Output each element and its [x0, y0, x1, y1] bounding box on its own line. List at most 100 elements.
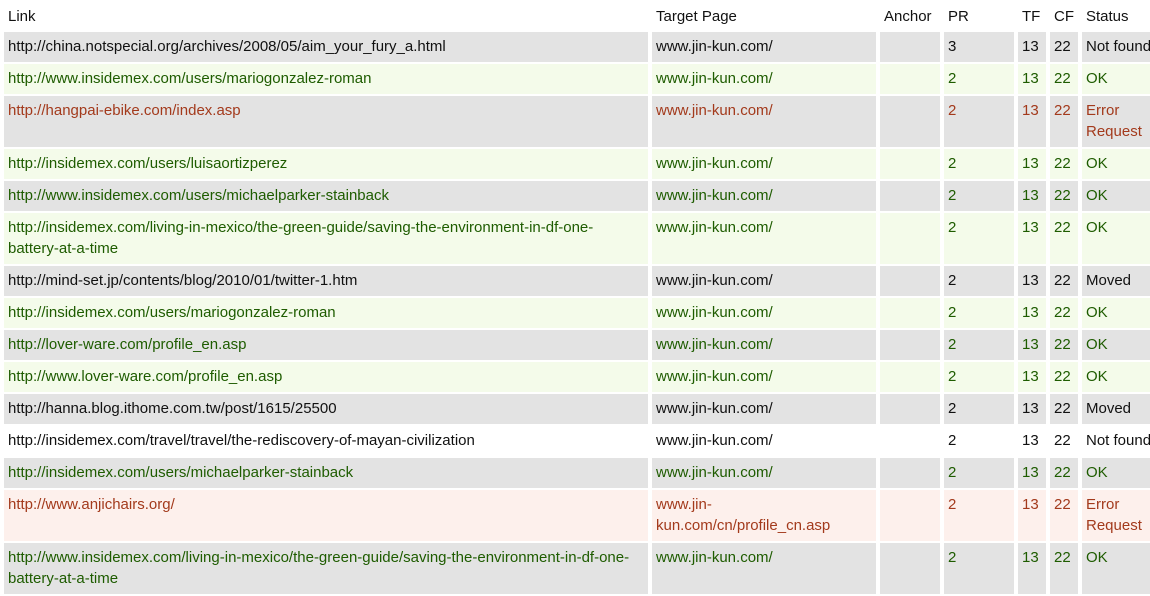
cell-tf: 13 [1018, 426, 1046, 458]
cell-target-page: www.jin-kun.com/ [652, 64, 876, 96]
backlink-url[interactable]: http://insidemex.com/travel/travel/the-r… [8, 432, 475, 449]
cell-tf: 13 [1018, 96, 1046, 149]
header-cf[interactable]: CF [1050, 0, 1078, 32]
backlink-url[interactable]: http://lover-ware.com/profile_en.asp [8, 336, 246, 353]
cell-link: http://insidemex.com/users/luisaortizper… [4, 149, 648, 181]
backlink-url[interactable]: http://insidemex.com/living-in-mexico/th… [8, 219, 593, 257]
backlink-url[interactable]: http://hanna.blog.ithome.com.tw/post/161… [8, 400, 337, 417]
cell-anchor [880, 330, 940, 362]
cell-target-page: www.jin-kun.com/ [652, 96, 876, 149]
cell-pr: 2 [944, 298, 1014, 330]
cell-cf: 22 [1050, 330, 1078, 362]
cell-pr: 2 [944, 149, 1014, 181]
table-row: http://insidemex.com/users/michaelparker… [4, 458, 1150, 490]
cell-anchor [880, 96, 940, 149]
cell-tf: 13 [1018, 149, 1046, 181]
header-tf[interactable]: TF [1018, 0, 1046, 32]
cell-pr: 2 [944, 362, 1014, 394]
cell-cf: 22 [1050, 458, 1078, 490]
table-row: http://mind-set.jp/contents/blog/2010/01… [4, 266, 1150, 298]
cell-target-page: www.jin-kun.com/ [652, 213, 876, 266]
table-row: http://www.lover-ware.com/profile_en.asp… [4, 362, 1150, 394]
cell-status: OK [1082, 149, 1150, 181]
header-status[interactable]: Status [1082, 0, 1150, 32]
cell-tf: 13 [1018, 394, 1046, 426]
cell-link: http://www.insidemex.com/users/michaelpa… [4, 181, 648, 213]
backlink-url[interactable]: http://china.notspecial.org/archives/200… [8, 38, 446, 55]
cell-cf: 22 [1050, 543, 1078, 596]
cell-tf: 13 [1018, 490, 1046, 543]
backlink-url[interactable]: http://hangpai-ebike.com/index.asp [8, 102, 241, 119]
cell-target-page: www.jin-kun.com/ [652, 543, 876, 596]
cell-tf: 13 [1018, 64, 1046, 96]
cell-cf: 22 [1050, 490, 1078, 543]
cell-target-page: www.jin-kun.com/ [652, 394, 876, 426]
cell-anchor [880, 149, 940, 181]
backlink-url[interactable]: http://www.anjichairs.org/ [8, 496, 175, 513]
cell-anchor [880, 543, 940, 596]
backlink-url[interactable]: http://insidemex.com/users/mariogonzalez… [8, 304, 336, 321]
header-pr[interactable]: PR [944, 0, 1014, 32]
cell-tf: 13 [1018, 362, 1046, 394]
cell-link: http://insidemex.com/living-in-mexico/th… [4, 213, 648, 266]
backlink-url[interactable]: http://www.lover-ware.com/profile_en.asp [8, 368, 282, 385]
cell-status: Not found [1082, 426, 1150, 458]
backlink-url[interactable]: http://www.insidemex.com/users/mariogonz… [8, 70, 371, 87]
cell-target-page: www.jin-kun.com/ [652, 32, 876, 64]
header-target-page[interactable]: Target Page [652, 0, 876, 32]
cell-link: http://www.insidemex.com/living-in-mexic… [4, 543, 648, 596]
cell-tf: 13 [1018, 298, 1046, 330]
cell-link: http://china.notspecial.org/archives/200… [4, 32, 648, 64]
table-row: http://www.insidemex.com/users/mariogonz… [4, 64, 1150, 96]
cell-link: http://mind-set.jp/contents/blog/2010/01… [4, 266, 648, 298]
cell-pr: 2 [944, 266, 1014, 298]
cell-cf: 22 [1050, 181, 1078, 213]
cell-pr: 2 [944, 543, 1014, 596]
header-anchor[interactable]: Anchor [880, 0, 940, 32]
table-row: http://www.insidemex.com/users/michaelpa… [4, 181, 1150, 213]
cell-pr: 2 [944, 426, 1014, 458]
cell-status: Not found [1082, 32, 1150, 64]
table-row: http://insidemex.com/living-in-mexico/th… [4, 213, 1150, 266]
backlink-url[interactable]: http://www.insidemex.com/users/michaelpa… [8, 187, 389, 204]
table-body: http://china.notspecial.org/archives/200… [4, 32, 1150, 596]
cell-link: http://www.insidemex.com/users/mariogonz… [4, 64, 648, 96]
cell-anchor [880, 266, 940, 298]
cell-target-page: www.jin-kun.com/ [652, 149, 876, 181]
backlink-url[interactable]: http://mind-set.jp/contents/blog/2010/01… [8, 272, 357, 289]
cell-link: http://insidemex.com/users/mariogonzalez… [4, 298, 648, 330]
cell-link: http://hanna.blog.ithome.com.tw/post/161… [4, 394, 648, 426]
backlink-url[interactable]: http://insidemex.com/users/luisaortizper… [8, 155, 287, 172]
cell-link: http://lover-ware.com/profile_en.asp [4, 330, 648, 362]
cell-status: OK [1082, 213, 1150, 266]
cell-pr: 2 [944, 213, 1014, 266]
cell-cf: 22 [1050, 32, 1078, 64]
backlink-url[interactable]: http://insidemex.com/users/michaelparker… [8, 464, 353, 481]
table-row: http://hangpai-ebike.com/index.asp www.ji… [4, 96, 1150, 149]
cell-status: Error Request [1082, 96, 1150, 149]
cell-status: OK [1082, 330, 1150, 362]
cell-anchor [880, 213, 940, 266]
cell-tf: 13 [1018, 458, 1046, 490]
backlink-url[interactable]: http://www.insidemex.com/living-in-mexic… [8, 549, 629, 587]
cell-status: OK [1082, 543, 1150, 596]
cell-anchor [880, 181, 940, 213]
cell-cf: 22 [1050, 149, 1078, 181]
table-row: http://lover-ware.com/profile_en.asp www.… [4, 330, 1150, 362]
table-row: http://www.insidemex.com/living-in-mexic… [4, 543, 1150, 596]
cell-status: OK [1082, 458, 1150, 490]
cell-status: OK [1082, 181, 1150, 213]
cell-cf: 22 [1050, 213, 1078, 266]
cell-tf: 13 [1018, 543, 1046, 596]
cell-anchor [880, 64, 940, 96]
cell-cf: 22 [1050, 96, 1078, 149]
cell-pr: 2 [944, 490, 1014, 543]
table-row: http://www.anjichairs.org/www.jin-kun.co… [4, 490, 1150, 543]
cell-target-page: www.jin-kun.com/ [652, 266, 876, 298]
table-row: http://insidemex.com/users/luisaortizper… [4, 149, 1150, 181]
cell-cf: 22 [1050, 394, 1078, 426]
header-link[interactable]: Link [4, 0, 648, 32]
table-row: http://insidemex.com/travel/travel/the-r… [4, 426, 1150, 458]
cell-status: Error Request [1082, 490, 1150, 543]
cell-anchor [880, 362, 940, 394]
